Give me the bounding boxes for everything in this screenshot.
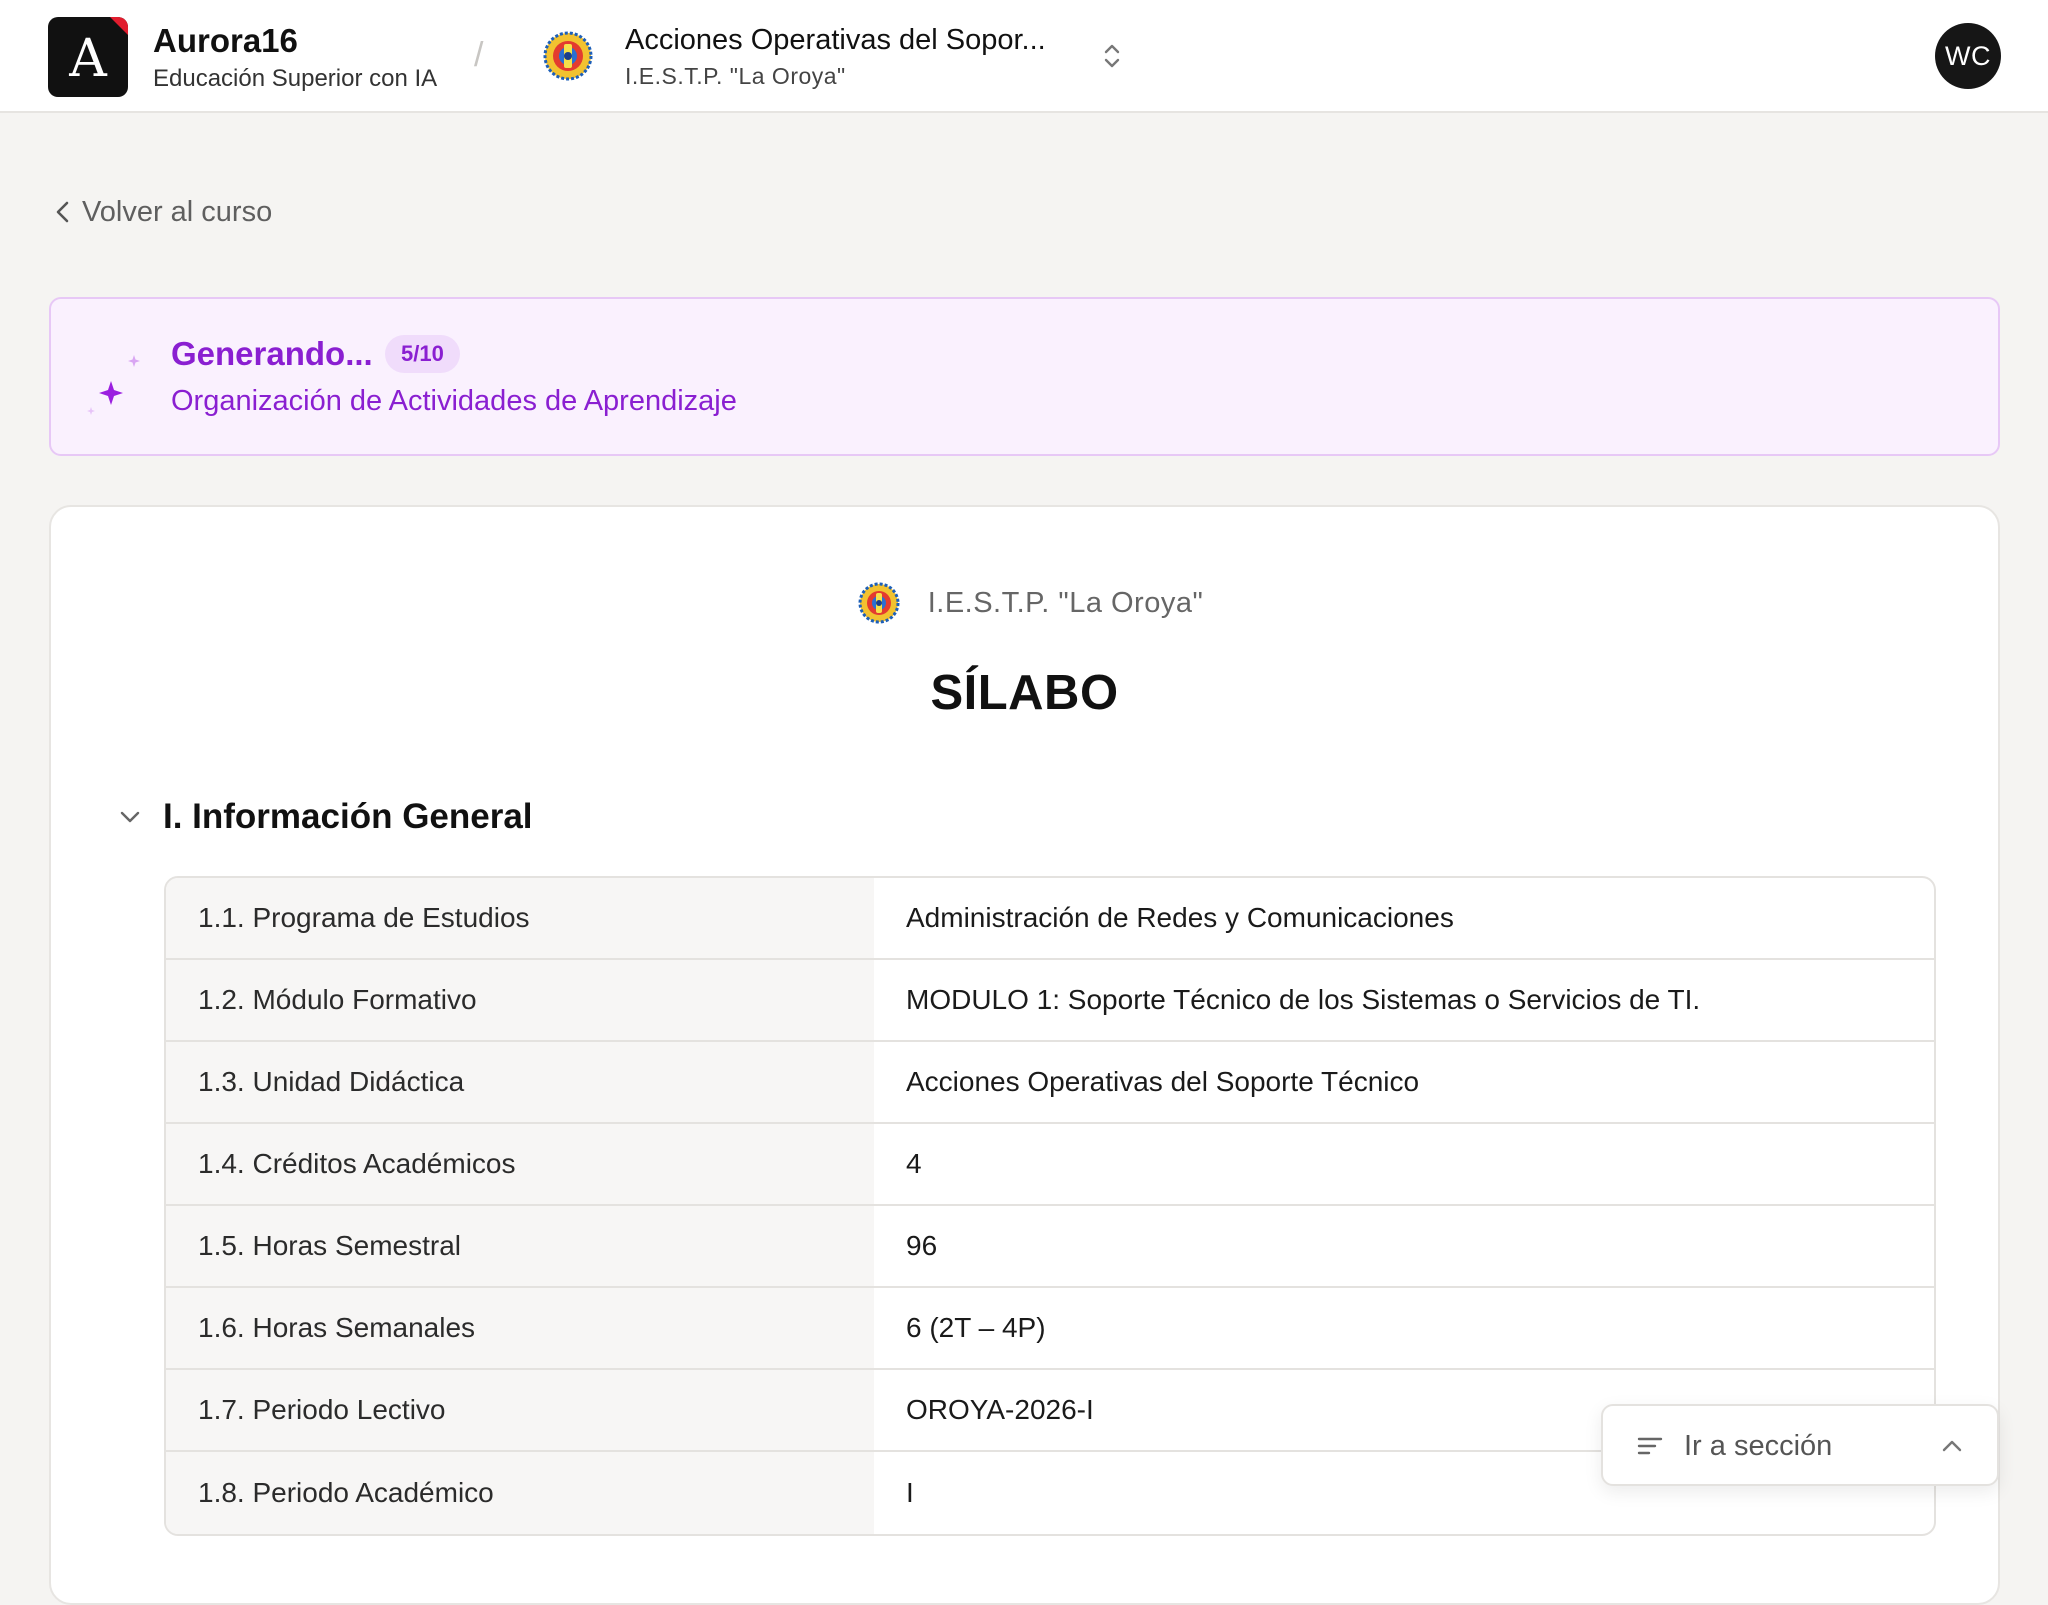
document-institution-header: I.E.S.T.P. "La Oroya" [51, 581, 1998, 625]
generation-status-banner: Generando... 5/10 Organización de Activi… [49, 297, 2000, 456]
table-row: 1.2. Módulo Formativo MODULO 1: Soporte … [166, 960, 1934, 1042]
section-jump-label: Ir a sección [1684, 1430, 1833, 1462]
generation-current-step: Organización de Actividades de Aprendiza… [171, 385, 737, 417]
row-value: Administración de Redes y Comunicaciones [906, 902, 1454, 933]
course-institution: I.E.S.T.P. "La Oroya" [625, 63, 846, 89]
sparkles-icon [87, 355, 140, 415]
row-label: 1.2. Módulo Formativo [166, 960, 874, 1040]
row-value: 6 (2T – 4P) [906, 1312, 1046, 1343]
section-header-general-info[interactable]: I. Información General [117, 797, 533, 837]
table-row: 1.1. Programa de Estudios Administración… [166, 878, 1934, 960]
generation-title: Generando... [171, 335, 373, 372]
document-title: SÍLABO [930, 666, 1119, 720]
chevron-up-down-icon[interactable] [1100, 40, 1124, 72]
row-label: 1.3. Unidad Didáctica [166, 1042, 874, 1122]
institution-emblem-icon [858, 582, 900, 624]
brand-block: Aurora16 Educación Superior con IA [153, 20, 437, 96]
top-bar: A Aurora16 Educación Superior con IA / A… [0, 0, 2048, 113]
row-value: 4 [906, 1148, 922, 1179]
brand-logo-letter: A [69, 29, 107, 89]
section-jump-button[interactable]: Ir a sección [1601, 1404, 1999, 1486]
table-row: 1.4. Créditos Académicos 4 [166, 1124, 1934, 1206]
row-label: 1.6. Horas Semanales [166, 1288, 874, 1368]
row-label: 1.8. Periodo Académico [166, 1452, 874, 1534]
generation-progress-badge: 5/10 [385, 335, 460, 373]
brand-name: Aurora16 [153, 22, 298, 59]
breadcrumb-separator: / [474, 36, 484, 74]
table-row: 1.5. Horas Semestral 96 [166, 1206, 1934, 1288]
table-row: 1.6. Horas Semanales 6 (2T – 4P) [166, 1288, 1934, 1370]
institution-emblem-icon [543, 31, 593, 81]
course-selector[interactable]: Acciones Operativas del Sopor... I.E.S.T… [625, 20, 1046, 92]
chevron-left-icon [56, 201, 69, 223]
brand-logo[interactable]: A [48, 17, 128, 97]
list-icon [1637, 1437, 1663, 1455]
row-label: 1.5. Horas Semestral [166, 1206, 874, 1286]
section-title: I. Información General [163, 797, 533, 836]
back-link-label: Volver al curso [82, 195, 273, 228]
brand-tagline: Educación Superior con IA [153, 65, 438, 92]
row-value: Acciones Operativas del Soporte Técnico [906, 1066, 1420, 1097]
document-institution-name: I.E.S.T.P. "La Oroya" [927, 586, 1204, 619]
table-row: 1.3. Unidad Didáctica Acciones Operativa… [166, 1042, 1934, 1124]
row-label: 1.4. Créditos Académicos [166, 1124, 874, 1204]
back-to-course-link[interactable]: Volver al curso [52, 192, 272, 232]
row-value: MODULO 1: Soporte Técnico de los Sistema… [906, 984, 1701, 1015]
row-value: 96 [906, 1230, 938, 1261]
chevron-up-icon [1942, 1440, 1962, 1452]
row-label: 1.7. Periodo Lectivo [166, 1370, 874, 1450]
course-title: Acciones Operativas del Sopor... [625, 24, 1046, 56]
row-label: 1.1. Programa de Estudios [166, 878, 874, 958]
user-avatar[interactable]: WC [1935, 23, 2001, 89]
chevron-down-icon [120, 811, 140, 823]
brand-logo-accent [110, 17, 128, 35]
